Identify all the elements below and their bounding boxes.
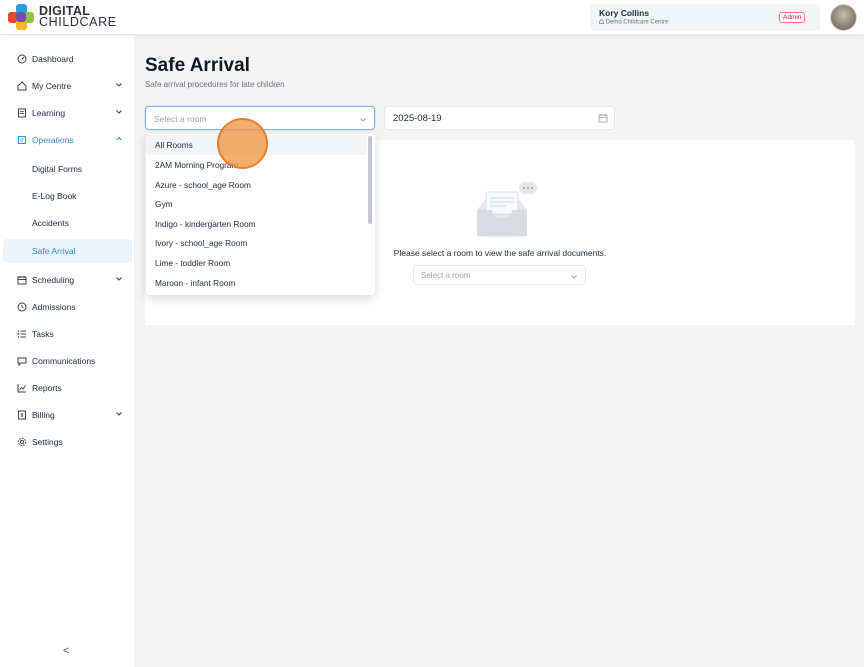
sidebar-item-e-log-book[interactable]: E-Log Book [3, 184, 132, 208]
puzzle-logo-icon [7, 3, 35, 31]
sidebar-item-settings[interactable]: Settings [3, 430, 132, 454]
sidebar-item-my-centre[interactable]: My Centre [3, 74, 132, 98]
sidebar-item-scheduling[interactable]: Scheduling [3, 268, 132, 292]
room-option-lime[interactable]: Lime - toddler Room [146, 253, 367, 273]
chevron-down-icon [571, 275, 577, 279]
chart-icon [17, 384, 26, 393]
page-subtitle: Safe arrival procedures for late childre… [145, 80, 285, 89]
page-title: Safe Arrival [145, 55, 250, 76]
room-option-gym[interactable]: Gym [146, 194, 367, 214]
sidebar-item-digital-forms[interactable]: Digital Forms [3, 157, 132, 181]
chat-icon [17, 357, 27, 366]
sidebar-item-label: Settings [32, 437, 63, 447]
sidebar-item-label: Reports [32, 383, 62, 393]
sidebar-item-label: My Centre [32, 81, 72, 91]
sidebar-item-label: Billing [32, 410, 55, 420]
top-header: DIGITAL CHILDCARE Kory Collins Demo Chil… [0, 0, 864, 35]
click-indicator [217, 118, 268, 169]
clipboard-icon [18, 136, 26, 144]
sidebar-item-label: Learning [32, 108, 66, 118]
dropdown-scrollbar[interactable] [368, 136, 372, 224]
room-option-maroon[interactable]: Maroon - infant Room [146, 273, 367, 293]
room-select-secondary-placeholder: Select a room [421, 271, 471, 280]
room-option-indigo[interactable]: Indigo - kindergarten Room [146, 214, 367, 234]
sidebar-item-reports[interactable]: Reports [3, 376, 132, 400]
sidebar-item-safe-arrival[interactable]: Safe Arrival [3, 239, 132, 263]
user-menu[interactable]: Kory Collins Demo Childcare Centre Admin [590, 4, 820, 31]
chevron-down-icon [116, 277, 122, 281]
sidebar-item-label: Dashboard [32, 54, 74, 64]
clock-icon [17, 302, 27, 312]
sidebar-item-label: Operations [32, 135, 74, 145]
sidebar-item-communications[interactable]: Communications [3, 349, 132, 373]
calendar-icon [17, 276, 27, 285]
invoice-icon [18, 410, 26, 420]
app-logo[interactable]: DIGITAL CHILDCARE [7, 3, 117, 31]
home-small-icon [599, 19, 604, 24]
sidebar-item-learning[interactable]: Learning [3, 101, 132, 125]
sidebar-item-billing[interactable]: Billing [3, 403, 132, 427]
user-name: Kory Collins [599, 8, 650, 18]
sidebar-item-operations[interactable]: Operations [3, 128, 132, 152]
book-icon [18, 108, 26, 118]
room-option-ivory[interactable]: Ivory - school_age Room [146, 233, 367, 253]
sidebar-item-tasks[interactable]: Tasks [3, 322, 132, 346]
chevron-up-icon [116, 136, 122, 141]
room-select-placeholder: Select a room [154, 114, 207, 124]
chevron-down-icon [116, 110, 122, 114]
chevron-down-icon [116, 83, 122, 87]
date-value: 2025-08-19 [393, 113, 442, 124]
room-option-azure[interactable]: Azure - school_age Room [146, 175, 367, 195]
sidebar-item-label: Digital Forms [32, 164, 83, 174]
avatar[interactable] [830, 4, 857, 31]
sidebar-item-label: Communications [32, 356, 96, 366]
centre-name: Demo Childcare Centre [599, 19, 668, 26]
date-picker[interactable]: 2025-08-19 [384, 106, 615, 130]
sidebar-item-label: Safe Arrival [32, 246, 76, 256]
sidebar-item-label: Accidents [32, 218, 69, 228]
sidebar-item-dashboard[interactable]: Dashboard [3, 47, 132, 71]
sidebar: Dashboard My Centre Learning Operations … [0, 35, 135, 667]
chevron-down-icon [116, 412, 122, 416]
list-icon [17, 330, 26, 338]
sidebar-item-label: Tasks [32, 329, 54, 339]
calendar-icon [598, 114, 608, 123]
logo-text-line2: CHILDCARE [39, 15, 117, 29]
home-icon [17, 81, 27, 91]
sidebar-item-admissions[interactable]: Admissions [3, 295, 132, 319]
sidebar-item-label: E-Log Book [32, 191, 77, 201]
room-select-secondary[interactable]: Select a room [413, 265, 586, 285]
sidebar-item-label: Admissions [32, 302, 76, 312]
gear-icon [17, 437, 27, 447]
collapse-sidebar-button[interactable]: < [63, 645, 69, 657]
empty-state-message: Please select a room to view the safe ar… [393, 248, 607, 258]
sidebar-item-label: Scheduling [32, 275, 75, 285]
role-badge: Admin [779, 12, 806, 23]
empty-inbox-illustration [477, 182, 537, 238]
dashboard-icon [17, 54, 27, 64]
sidebar-item-accidents[interactable]: Accidents [3, 211, 132, 235]
chevron-down-icon [360, 118, 366, 122]
